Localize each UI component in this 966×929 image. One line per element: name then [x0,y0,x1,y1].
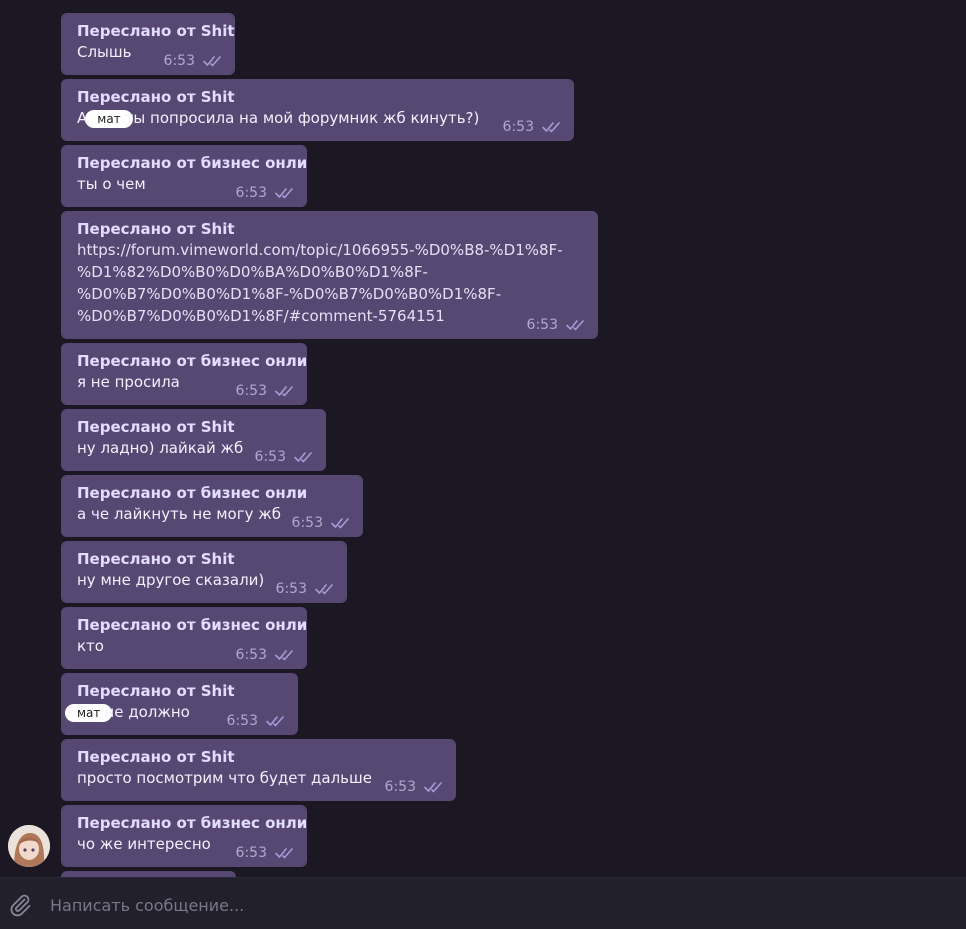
double-check-icon [331,518,349,529]
double-check-icon [275,848,293,859]
forwarded-from-label[interactable]: Переслано от бизнес онли [77,153,307,173]
message-bubble[interactable]: Переслано от Shit Слышь 6:53 [61,13,235,75]
message-meta: 6:53 [527,317,588,333]
double-check-icon [424,782,442,793]
message-bubble[interactable]: Переслано от Shit просто посмотрим что б… [61,739,456,801]
message-bubble[interactable]: Переслано от бизнес онли я не просила 6:… [61,343,307,405]
sender-avatar[interactable] [8,825,50,867]
message-time: 6:53 [235,647,267,663]
link-line[interactable]: %D0%B7%D0%B0%D1%8F/#comment-5764151 [77,305,584,327]
message-input[interactable] [48,890,932,920]
message-meta: 6:53 [236,647,297,663]
forwarded-from-label[interactable]: Переслано от Shit [77,747,442,767]
message-meta: 6:53 [292,515,353,531]
double-check-icon [275,650,293,661]
message-time: 6:53 [275,581,307,597]
forwarded-from-label[interactable]: Переслано от бизнес онли [77,483,349,503]
forwarded-from-label[interactable]: Переслано от Shit [77,219,584,239]
message-composer-bar [0,877,966,929]
chat-history[interactable]: Переслано от Shit Слышь 6:53 Переслано о… [0,0,966,877]
message-meta: 6:53 [227,713,288,729]
message-bubble[interactable]: Переслано от Shit Амат ты попросила на мо… [61,79,574,141]
message-time: 6:53 [291,515,323,531]
message-bubble[interactable]: Переслано от Shit мат не должно 6:53 [61,673,298,735]
message-meta: 6:53 [503,119,564,135]
forwarded-from-label[interactable]: Переслано от Shit [77,21,235,41]
message-meta: 6:53 [276,581,337,597]
message-meta: 6:53 [164,53,225,69]
message-time: 6:53 [254,449,286,465]
message-meta: 6:53 [255,449,316,465]
forwarded-from-label[interactable]: Переслано от Shit [77,681,284,701]
message-meta: 6:53 [236,845,297,861]
message-bubble[interactable]: Переслано от Shit https://forum.vimeworl… [61,211,598,339]
message-bubble[interactable]: Переслано от бизнес онли а че лайкнуть н… [61,475,363,537]
message-bubble[interactable]: Переслано от Shit ну ладно) лайкай жб 6:… [61,409,326,471]
forwarded-from-label[interactable]: Переслано от Shit [77,549,333,569]
message-time: 6:53 [235,845,267,861]
message-text: Амат ты попросила на мой форумник жб кину… [77,107,560,129]
message-time: 6:53 [235,185,267,201]
message-time: 6:53 [384,779,416,795]
message-time: 6:53 [226,713,258,729]
message-time: 6:53 [235,383,267,399]
double-check-icon [566,320,584,331]
forwarded-from-label[interactable]: Переслано от бизнес онли [77,615,307,635]
double-check-icon [266,716,284,727]
link-line[interactable]: %D0%B7%D0%B0%D1%8F-%D0%B7%D0%B0%D1%8F- [77,283,584,305]
double-check-icon [294,452,312,463]
message-text-end: ты попросила на мой форумник жб кинуть?) [124,109,480,127]
message-time: 6:53 [502,119,534,135]
message-meta: 6:53 [385,779,446,795]
message-time: 6:53 [526,317,558,333]
message-bubble[interactable]: Переслано от бизнес онли ты о чем 6:53 [61,145,307,207]
message-time: 6:53 [163,53,195,69]
double-check-icon [275,386,293,397]
message-bubble[interactable]: Переслано от бизнес онли чо же интересно… [61,805,307,867]
forwarded-from-label[interactable]: Переслано от бизнес онли [77,813,307,833]
message-bubble[interactable]: Переслано от Shit ну мне другое сказали)… [61,541,347,603]
message-meta: 6:53 [236,383,297,399]
message-bubble[interactable]: Переслано от бизнес онли кто 6:53 [61,607,307,669]
forwarded-from-label[interactable]: Переслано от Shit [77,417,312,437]
message-meta: 6:53 [236,185,297,201]
double-check-icon [315,584,333,595]
double-check-icon [275,188,293,199]
message-link[interactable]: https://forum.vimeworld.com/topic/106695… [77,239,584,327]
link-line[interactable]: https://forum.vimeworld.com/topic/106695… [77,239,584,261]
message-text-end: не должно [104,703,190,721]
forwarded-from-label[interactable]: Переслано от Shit [77,87,560,107]
avatar-image [8,825,50,867]
paperclip-icon[interactable] [8,893,32,917]
forwarded-from-label[interactable]: Переслано от бизнес онли [77,351,307,371]
double-check-icon [203,56,221,67]
link-line[interactable]: %D1%82%D0%B0%D0%BA%D0%B0%D1%8F- [77,261,584,283]
double-check-icon [542,122,560,133]
